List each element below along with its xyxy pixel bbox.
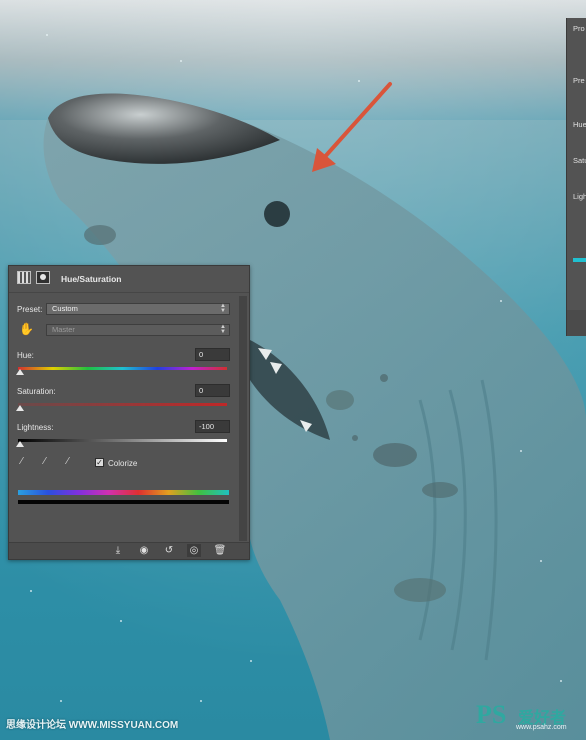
delete-trash-icon[interactable]: 🗑	[213, 544, 227, 557]
side-label-1: Pre	[573, 76, 585, 85]
panel-scrollbar[interactable]	[239, 296, 247, 541]
eyedropper-icon[interactable]: ⁄	[21, 456, 32, 468]
side-label-0: Pro	[573, 24, 585, 33]
ps-logo-url: www.psahz.com	[516, 724, 567, 731]
layer-mask-icon[interactable]	[36, 271, 50, 284]
saturation-label: Saturation:	[17, 387, 56, 396]
adjustment-layer-icon[interactable]	[17, 271, 31, 284]
output-color-bar	[18, 500, 229, 504]
hue-slider-track[interactable]	[18, 367, 227, 370]
side-label-3: Satu	[573, 156, 586, 165]
lightness-slider-track[interactable]	[18, 439, 227, 442]
preset-dropdown[interactable]: Custom ▲ ▼	[46, 303, 230, 315]
ps-logo: PS	[476, 700, 507, 729]
channel-value: Master	[52, 325, 75, 334]
saturation-input[interactable]: 0	[195, 384, 230, 397]
saturation-slider-track[interactable]	[18, 403, 227, 406]
hand-tool-icon[interactable]: ✋	[19, 322, 34, 336]
lightness-label: Lightness:	[17, 423, 54, 432]
reset-icon[interactable]: ↺	[162, 544, 176, 557]
side-footer	[567, 310, 586, 336]
side-spectrum	[573, 258, 586, 262]
panel-footer: ⤓ ◉ ↺ ◎ 🗑	[9, 542, 249, 559]
eyedropper-plus-icon[interactable]: ⁄	[44, 456, 55, 468]
right-properties-panel-cropped: Pro Pre Hue Satu Ligh	[566, 18, 586, 336]
dropdown-arrows-icon: ▲ ▼	[220, 303, 226, 314]
lightness-input[interactable]: -100	[195, 420, 230, 433]
side-label-4: Ligh	[573, 192, 586, 201]
eyedropper-minus-icon[interactable]: ⁄	[67, 456, 78, 468]
colorize-label: Colorize	[108, 459, 138, 468]
channel-dropdown[interactable]: Master ▲ ▼	[46, 324, 230, 336]
watermark-left: 思缘设计论坛 WWW.MISSYUAN.COM	[6, 720, 179, 731]
dropdown-arrows-icon: ▲ ▼	[220, 324, 226, 335]
side-label-2: Hue	[573, 120, 586, 129]
colorize-checkbox[interactable]: ✓	[95, 458, 104, 467]
clip-to-layer-icon[interactable]: ⤓	[111, 544, 125, 557]
saturation-slider-thumb[interactable]	[16, 405, 24, 411]
visibility-eye-icon[interactable]: ◎	[187, 544, 201, 557]
preset-label: Preset:	[17, 305, 43, 314]
hue-label: Hue:	[17, 351, 34, 360]
view-previous-icon[interactable]: ◉	[137, 544, 151, 557]
hue-saturation-panel: Hue/Saturation Preset: Custom ▲ ▼ ✋ Maste…	[8, 265, 250, 560]
hue-input[interactable]: 0	[195, 348, 230, 361]
preset-value: Custom	[52, 304, 78, 313]
watermark-right: PS 爱好者 www.psahz.com	[476, 700, 582, 736]
lightness-slider-thumb[interactable]	[16, 441, 24, 447]
panel-title: Hue/Saturation	[61, 274, 122, 284]
input-color-spectrum	[18, 490, 229, 495]
panel-header: Hue/Saturation	[9, 266, 249, 293]
hue-slider-thumb[interactable]	[16, 369, 24, 375]
